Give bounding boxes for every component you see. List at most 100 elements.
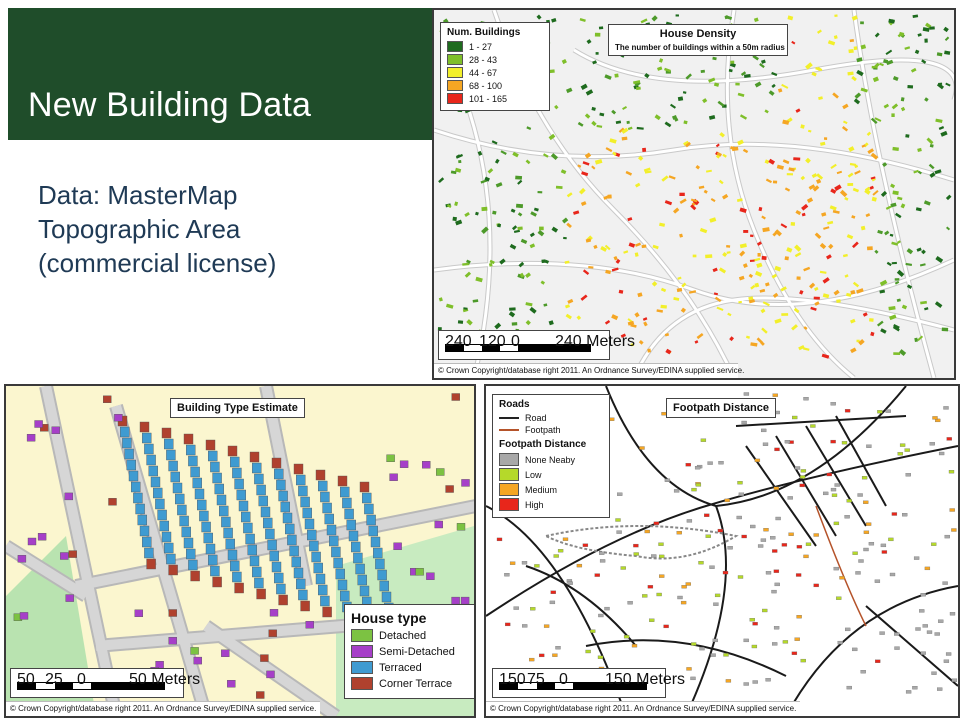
- building-footprint: [585, 649, 591, 654]
- legend-label: Low: [525, 469, 542, 480]
- building-footprint: [786, 173, 793, 176]
- building-footprint: [891, 261, 897, 265]
- scale-labels: 150 75 0 150 Meters: [499, 671, 685, 688]
- building-footprint: [929, 26, 935, 30]
- building-footprint: [267, 539, 277, 551]
- building-footprint: [774, 447, 780, 452]
- building-footprint: [631, 644, 638, 648]
- building-footprint: [335, 568, 345, 580]
- building-footprint: [210, 565, 220, 577]
- building-footprint: [813, 296, 820, 300]
- building-footprint: [458, 160, 462, 164]
- building-footprint: [772, 642, 778, 646]
- building-footprint: [194, 488, 205, 500]
- building-footprint: [276, 479, 286, 491]
- building-footprint: [65, 594, 74, 602]
- building-footprint: [232, 571, 242, 583]
- building-footprint: [496, 537, 503, 542]
- building-footprint: [227, 680, 236, 688]
- building-footprint: [229, 560, 240, 572]
- building-footprint: [168, 564, 178, 576]
- building-footprint: [218, 505, 229, 517]
- building-footprint: [329, 535, 339, 547]
- building-footprint: [249, 555, 260, 567]
- building-footprint: [907, 84, 914, 89]
- building-footprint: [761, 428, 767, 433]
- building-footprint: [730, 60, 735, 64]
- building-footprint: [597, 655, 604, 659]
- building-footprint: [304, 518, 315, 530]
- building-footprint: [366, 514, 376, 526]
- building-footprint: [177, 504, 187, 516]
- building-footprint: [185, 548, 196, 560]
- copyright-text: © Crown Copyright/database right 2011. A…: [434, 363, 744, 378]
- building-footprint: [130, 481, 141, 493]
- legend-swatch: [499, 483, 519, 496]
- building-footprint: [763, 528, 769, 532]
- building-footprint: [772, 393, 778, 397]
- building-footprint: [846, 685, 852, 690]
- building-footprint: [800, 658, 806, 663]
- scale-label: 240: [445, 333, 472, 350]
- building-footprint: [320, 595, 330, 607]
- legend-swatch: [351, 677, 373, 690]
- building-footprint: [642, 147, 647, 152]
- building-footprint: [17, 555, 27, 563]
- building-footprint: [723, 653, 729, 657]
- building-footprint: [737, 481, 743, 485]
- building-footprint: [633, 552, 639, 556]
- building-footprint: [377, 569, 387, 581]
- building-footprint: [362, 492, 372, 504]
- building-footprint: [311, 551, 321, 563]
- building-footprint: [146, 558, 156, 570]
- building-footprint: [128, 470, 139, 482]
- building-footprint: [381, 591, 392, 603]
- building-footprint: [857, 493, 863, 497]
- building-footprint: [676, 531, 682, 535]
- scale-labels: 240 120 0 240 Meters: [445, 333, 635, 350]
- building-footprint: [841, 441, 848, 445]
- building-footprint: [627, 601, 633, 605]
- building-footprint: [375, 558, 385, 570]
- map-title: House Density: [659, 28, 737, 40]
- building-footprint: [207, 554, 218, 566]
- building-footprint: [287, 534, 297, 546]
- building-footprint: [37, 532, 47, 541]
- building-footprint: [291, 556, 301, 568]
- building-footprint: [743, 638, 749, 643]
- building-footprint: [256, 484, 266, 496]
- building-footprint: [660, 304, 667, 309]
- building-footprint: [905, 473, 911, 477]
- building-footprint: [326, 524, 337, 536]
- building-footprint: [515, 203, 524, 209]
- building-footprint: [539, 226, 544, 231]
- building-footprint: [509, 307, 516, 311]
- building-footprint: [699, 646, 705, 651]
- building-footprint: [305, 620, 314, 629]
- building-footprint: [594, 32, 601, 37]
- building-footprint: [834, 14, 838, 17]
- building-footprint: [199, 510, 209, 522]
- building-footprint: [707, 461, 713, 465]
- building-footprint: [920, 593, 926, 597]
- building-footprint: [741, 534, 747, 539]
- building-footprint: [27, 537, 37, 546]
- building-footprint: [855, 571, 861, 575]
- building-footprint: [875, 659, 881, 663]
- building-footprint: [659, 574, 665, 578]
- building-footprint: [415, 568, 424, 576]
- building-footprint: [68, 550, 77, 558]
- building-footprint: [282, 512, 293, 524]
- building-footprint: [726, 244, 731, 248]
- building-footprint: [705, 254, 713, 259]
- building-footprint: [234, 478, 244, 490]
- building-footprint: [340, 590, 350, 602]
- building-footprint: [813, 533, 819, 537]
- building-footprint: [831, 493, 838, 497]
- legend-label: 1 - 27: [469, 41, 493, 52]
- scale-bar: 50 25 0 50 Meters: [10, 668, 200, 698]
- building-footprint: [517, 226, 523, 231]
- building-footprint: [280, 501, 290, 513]
- building-footprint: [686, 519, 693, 523]
- building-footprint: [452, 216, 457, 222]
